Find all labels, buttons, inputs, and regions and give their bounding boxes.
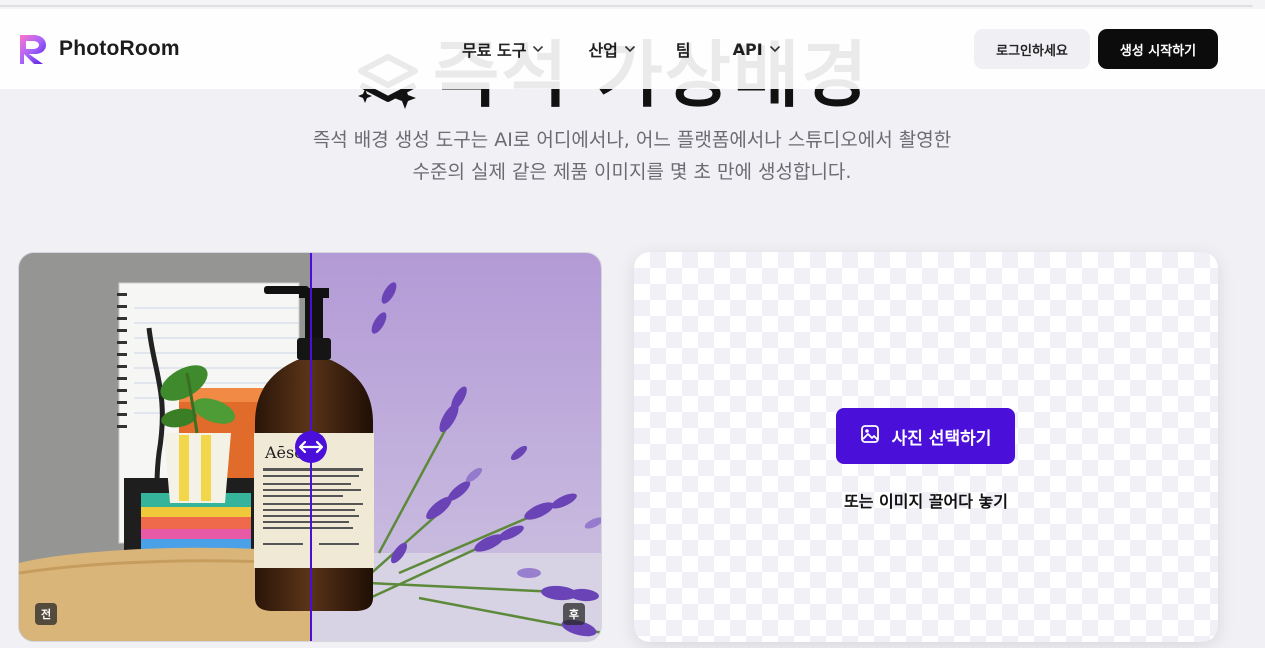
hero-subtitle: 즉석 배경 생성 도구는 AI로 어디에서나, 어느 플랫폼에서나 스튜디오에서… bbox=[232, 124, 1032, 188]
chevron-down-icon bbox=[624, 45, 636, 53]
login-button[interactable]: 로그인하세요 bbox=[974, 29, 1090, 69]
hero-subtitle-line-1: 즉석 배경 생성 도구는 AI로 어디에서나, 어느 플랫폼에서나 스튜디오에서… bbox=[312, 129, 952, 151]
nav-label: API bbox=[732, 39, 763, 59]
hero-subtitle-line-2: 수준의 실제 같은 제품 이미지를 몇 초 만에 생성합니다. bbox=[412, 161, 852, 183]
before-after-comparison[interactable]: Aēsop. 전 후 bbox=[18, 252, 602, 642]
nav-free-tools[interactable]: 무료 도구 bbox=[462, 37, 544, 61]
comparison-image: Aēsop. bbox=[19, 253, 601, 641]
after-label: 후 bbox=[562, 603, 585, 625]
slider-handle bbox=[295, 431, 327, 463]
nav-label: 산업 bbox=[588, 41, 618, 60]
browser-top-strip bbox=[0, 0, 1265, 9]
brand-name: PhotoRoom bbox=[59, 37, 180, 60]
chevron-down-icon bbox=[769, 45, 781, 53]
upload-dropzone[interactable]: 사진 선택하기 또는 이미지 끌어다 놓기 bbox=[634, 252, 1218, 642]
nav-label: 무료 도구 bbox=[462, 41, 527, 60]
nav-industry[interactable]: 산업 bbox=[588, 37, 635, 61]
site-header: PhotoRoom 무료 도구 산업 팀 API 로그인하세요 생성 시작하기 bbox=[0, 9, 1265, 89]
chevron-down-icon bbox=[532, 45, 544, 53]
nav-label: 팀 bbox=[675, 41, 691, 60]
select-photo-label: 사진 선택하기 bbox=[891, 428, 992, 449]
drag-drop-hint: 또는 이미지 끌어다 놓기 bbox=[844, 492, 1008, 511]
photoroom-logo-icon bbox=[17, 32, 49, 66]
scroll-line bbox=[0, 5, 1253, 7]
nav-team[interactable]: 팀 bbox=[676, 37, 691, 61]
before-label: 전 bbox=[35, 603, 58, 625]
image-icon bbox=[860, 424, 880, 449]
select-photo-button[interactable]: 사진 선택하기 bbox=[836, 408, 1015, 464]
brand-logo[interactable]: PhotoRoom bbox=[17, 32, 180, 66]
start-creating-button[interactable]: 생성 시작하기 bbox=[1098, 29, 1218, 69]
nav-api[interactable]: API bbox=[733, 40, 781, 59]
main-nav: 무료 도구 산업 팀 API bbox=[462, 37, 781, 61]
